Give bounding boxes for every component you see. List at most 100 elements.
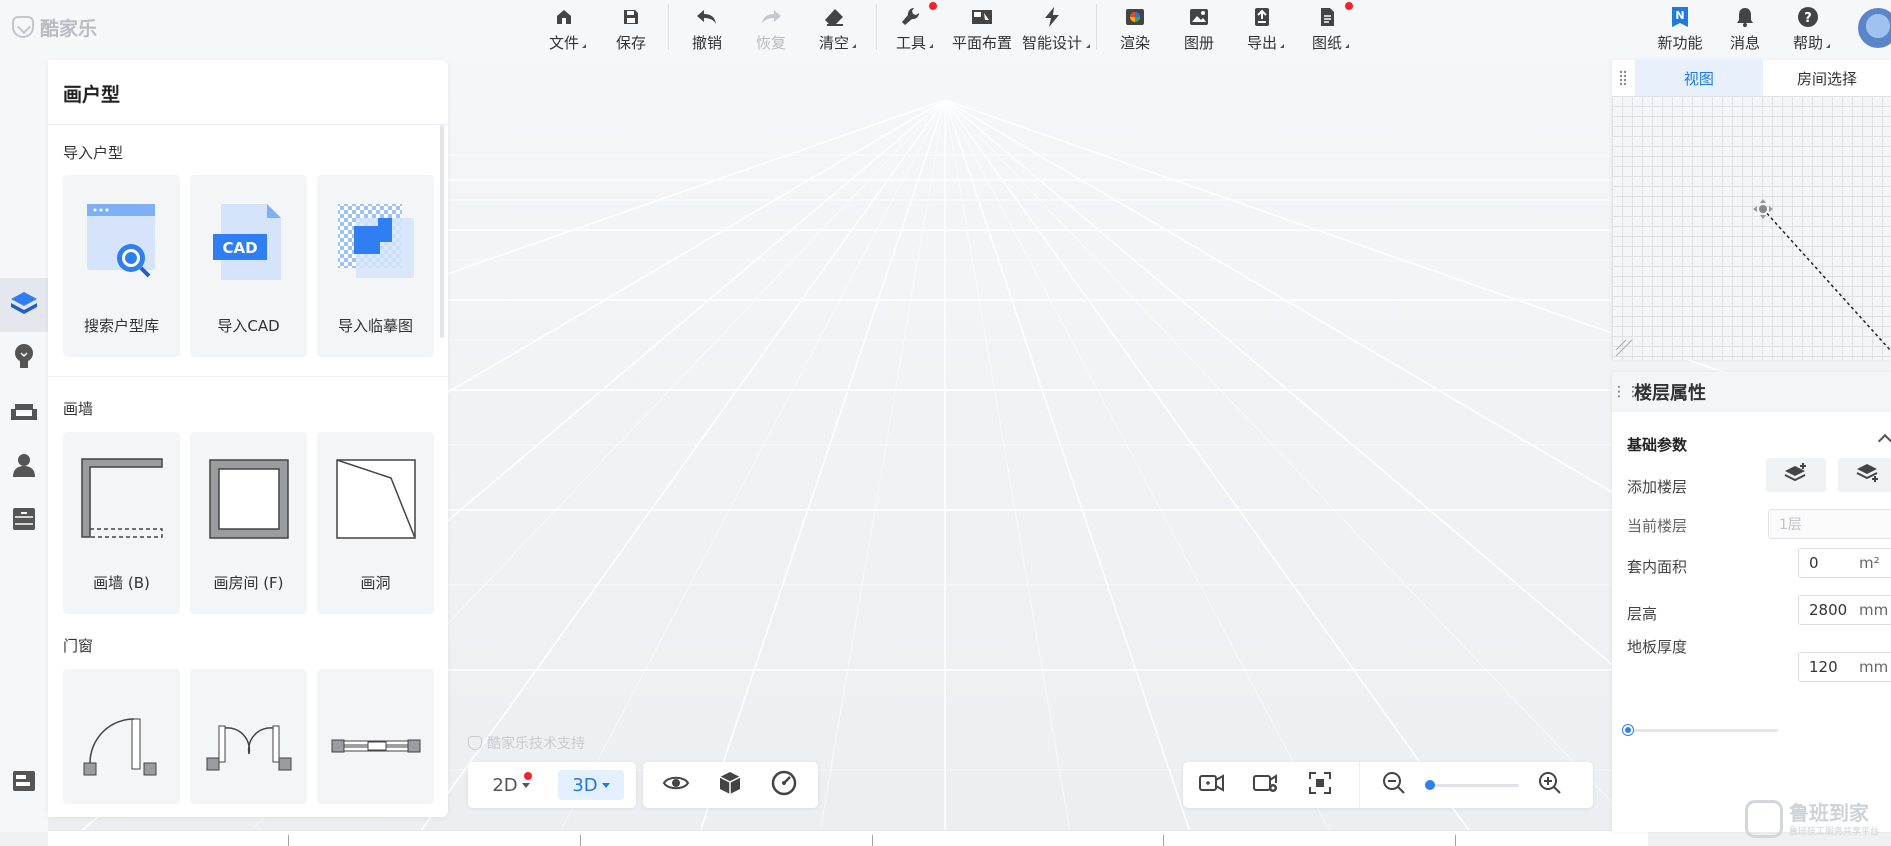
save-button[interactable]: 保存: [615, 4, 647, 54]
section-title-doors: 门窗: [63, 637, 94, 655]
room-icon: [190, 444, 307, 554]
inner-area-field[interactable]: 0 m²: [1798, 548, 1891, 578]
floor-height-field[interactable]: 2800 mm: [1798, 595, 1891, 625]
logo-icon: [12, 16, 34, 38]
cube-view-button[interactable]: [715, 770, 745, 800]
rail-item-furniture[interactable]: [0, 386, 48, 440]
slab-thickness-field[interactable]: 120 mm: [1798, 652, 1891, 682]
current-floor-select[interactable]: 1层: [1768, 509, 1891, 539]
rail-item-lighting[interactable]: [0, 332, 48, 386]
new-features-button[interactable]: N 新功能: [1656, 4, 1704, 54]
door-double-card[interactable]: [190, 669, 307, 804]
album-button[interactable]: 图册: [1183, 4, 1215, 54]
smart-design-label: 智能设计: [1021, 34, 1082, 52]
tools-button[interactable]: 工具: [895, 2, 937, 54]
props-title: 楼层属性: [1634, 383, 1706, 404]
save-label: 保存: [615, 34, 646, 52]
panel-scrollbar[interactable]: [440, 125, 444, 338]
new-features-label: 新功能: [1657, 34, 1703, 52]
app-logo[interactable]: 酷家乐: [12, 14, 97, 40]
rail-item-cabinet[interactable]: [0, 494, 48, 548]
drawings-button[interactable]: 图纸: [1311, 2, 1353, 54]
slab-thickness-handle[interactable]: [1623, 725, 1633, 735]
visibility-button[interactable]: [661, 770, 691, 800]
zoom-out-button[interactable]: [1379, 770, 1409, 800]
mode-2d-button[interactable]: 2D: [478, 770, 544, 800]
camera-gear-icon: [1252, 771, 1280, 799]
zoom-in-button[interactable]: [1535, 770, 1565, 800]
left-rail: [0, 60, 48, 832]
add-floor-below-button[interactable]: [1838, 458, 1891, 492]
tab-view[interactable]: 视图: [1634, 60, 1763, 96]
redo-label: 恢复: [755, 34, 786, 52]
image-icon: [1188, 5, 1210, 29]
bulb-icon: [11, 342, 37, 376]
svg-text:?: ?: [1804, 11, 1812, 26]
messages-button[interactable]: 消息: [1729, 4, 1761, 54]
drag-handle-icon[interactable]: ⋮⋮: [1612, 384, 1640, 400]
rail-item-floorplan[interactable]: [0, 278, 48, 332]
view-mode-switch: 2D 3D: [468, 762, 636, 808]
undo-icon: [695, 5, 719, 29]
camera-icon: [1198, 771, 1226, 799]
render-button[interactable]: 渲染: [1119, 4, 1151, 54]
file-button[interactable]: 文件: [548, 4, 586, 54]
double-door-icon: [190, 681, 307, 791]
import-cad-card[interactable]: CAD 导入CAD: [190, 175, 307, 357]
import-trace-card[interactable]: 导入临摹图: [317, 175, 434, 357]
album-label: 图册: [1183, 34, 1214, 52]
cad-badge-text: CAD: [222, 239, 257, 257]
section-title-walls: 画墙: [63, 400, 94, 418]
drag-handle-icon[interactable]: [1612, 60, 1635, 96]
user-avatar[interactable]: [1858, 8, 1891, 48]
right-sidebar: 视图 房间选择 ⋮⋮ 楼层属性 基础参数 添加楼层 当前楼层 1层 套内面积 0…: [1612, 60, 1891, 832]
support-watermark: 酷家乐技术支持: [468, 733, 585, 753]
undo-label: 撤销: [691, 34, 722, 52]
window-card[interactable]: [317, 669, 434, 804]
draw-hole-card[interactable]: 画洞: [317, 432, 434, 614]
draw-room-card[interactable]: 画房间 (F): [190, 432, 307, 614]
draw-floorplan-panel: 画户型 导入户型 搜索户型库 CAD 导入CAD 导入临摹图 画墙 画墙 (B)…: [48, 60, 448, 817]
zoom-slider-track[interactable]: [1427, 784, 1519, 787]
rail-item-user[interactable]: [0, 440, 48, 494]
door-single-card[interactable]: [63, 669, 180, 804]
notification-dot: [1345, 2, 1353, 10]
clear-button[interactable]: 清空: [818, 4, 856, 54]
tab-room-select[interactable]: 房间选择: [1763, 60, 1891, 96]
divider: [48, 376, 448, 377]
add-floor-above-button[interactable]: [1766, 458, 1826, 492]
window-icon: [317, 681, 434, 791]
camera-zoom-controls: [1183, 762, 1593, 808]
zoom-slider-handle[interactable]: [1425, 780, 1435, 790]
draw-wall-card[interactable]: 画墙 (B): [63, 432, 180, 614]
mode-3d-button[interactable]: 3D: [558, 770, 624, 800]
minimap-grid[interactable]: [1612, 96, 1891, 360]
camera-marker[interactable]: [1612, 96, 1891, 360]
slab-thickness-unit: mm: [1859, 658, 1889, 676]
mode-3d-label: 3D: [572, 774, 598, 796]
fit-view-button[interactable]: [1305, 770, 1335, 800]
draw-wall-label: 画墙 (B): [93, 574, 150, 592]
caret-icon: [1086, 44, 1090, 48]
performance-button[interactable]: [769, 770, 799, 800]
render-label: 渲染: [1119, 34, 1150, 52]
zoom-in-icon: [1538, 771, 1562, 799]
smart-design-button[interactable]: 智能设计: [1020, 4, 1090, 54]
cad-file-icon: CAD: [190, 187, 307, 297]
export-button[interactable]: 导出: [1246, 4, 1284, 54]
help-label: 帮助: [1792, 34, 1823, 52]
rail-item-collapse[interactable]: [0, 756, 48, 810]
props-header: ⋮⋮ 楼层属性: [1612, 372, 1891, 412]
search-floorplan-card[interactable]: 搜索户型库: [63, 175, 180, 357]
chevron-up-icon[interactable]: [1877, 433, 1891, 449]
undo-button[interactable]: 撤销: [691, 4, 723, 54]
layout-button[interactable]: 平面布置: [950, 4, 1014, 54]
toolbar-divider: [668, 4, 669, 50]
document-icon: [1317, 5, 1337, 29]
camera-roam-button[interactable]: [1197, 770, 1227, 800]
messages-label: 消息: [1729, 34, 1760, 52]
camera-settings-button[interactable]: [1251, 770, 1281, 800]
help-button[interactable]: ? 帮助: [1792, 4, 1830, 54]
slab-thickness-slider[interactable]: [1628, 729, 1778, 732]
redo-button[interactable]: 恢复: [755, 4, 787, 54]
